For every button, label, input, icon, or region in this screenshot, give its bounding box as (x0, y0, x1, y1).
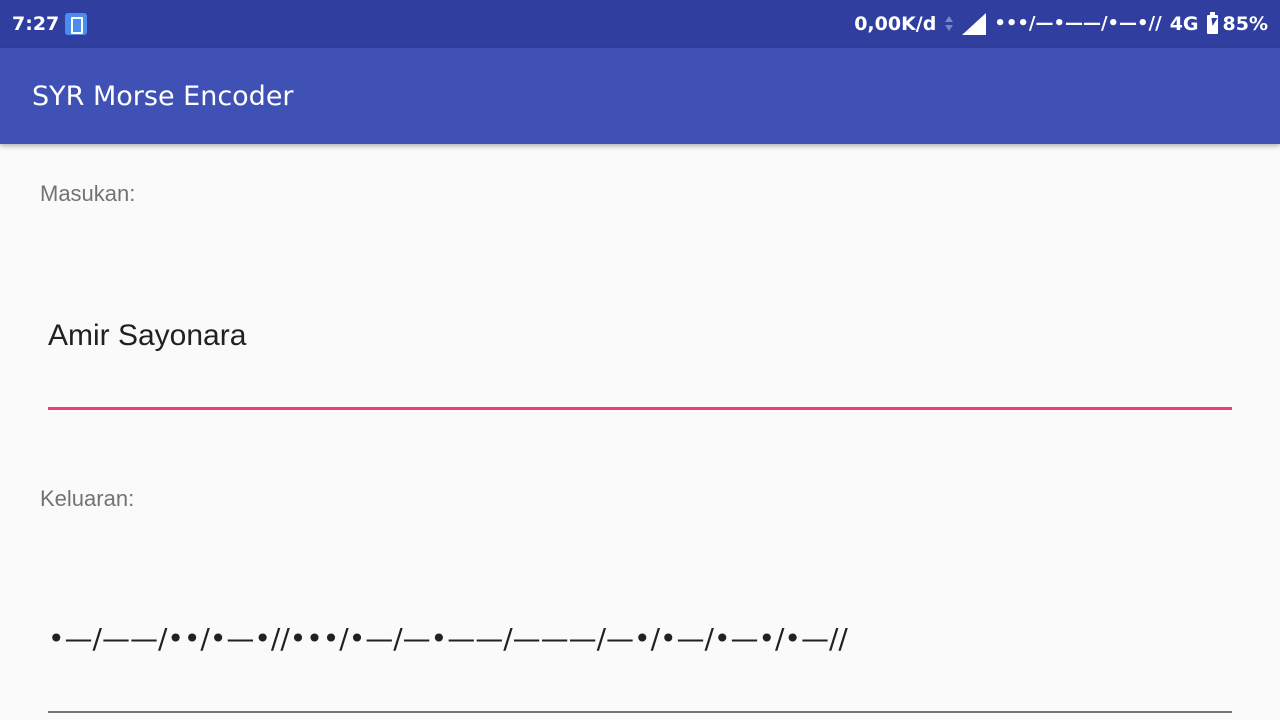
output-underline (48, 711, 1232, 713)
input-label: Masukan: (40, 181, 136, 206)
network-type: 4G (1169, 13, 1199, 35)
data-activity-icon (944, 13, 954, 35)
output-text-field[interactable]: •—/——/••/•—•//•••/•—/—•——/———/—•/•—/•—•/… (48, 622, 1232, 656)
clipboard-icon (65, 13, 87, 35)
output-label: Keluaran: (40, 486, 135, 511)
battery-charging-icon (1206, 11, 1218, 34)
signal-icon (962, 13, 987, 35)
battery-percent: 85% (1222, 13, 1268, 35)
network-speed: 0,00K/d (854, 13, 937, 35)
status-bar: 7:27 0,00K/d •••/—•——/•—•// 4G 85% (0, 0, 1280, 48)
morse-notification-text: •••/—•——/•—•// (994, 13, 1162, 34)
input-underline (48, 407, 1232, 410)
app-title: SYR Morse Encoder (32, 81, 294, 112)
app-bar: SYR Morse Encoder (0, 48, 1280, 144)
status-time: 7:27 (12, 13, 60, 35)
status-indicators: 0,00K/d •••/—•——/•—•// 4G 85% (854, 11, 1268, 35)
input-text-field[interactable] (48, 316, 1232, 356)
